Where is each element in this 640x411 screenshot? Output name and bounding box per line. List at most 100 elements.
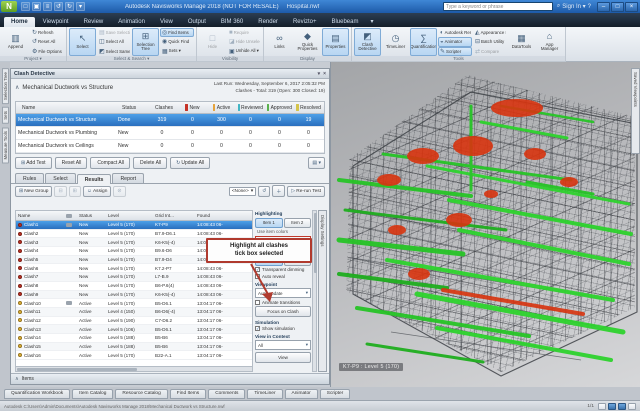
ribbon-button[interactable]: ▤ Properties bbox=[322, 28, 349, 56]
rerun-test-button[interactable]: ▷Re-run Test bbox=[287, 186, 325, 197]
ribbon-button[interactable]: ◆ Quick Properties bbox=[294, 28, 321, 56]
tests-column-header[interactable]: New bbox=[178, 104, 207, 111]
ribbon-button[interactable]: ∞ Links bbox=[266, 28, 293, 56]
qat-icon[interactable]: ▣ bbox=[32, 2, 41, 11]
ribbon-tab[interactable]: Render bbox=[251, 17, 285, 27]
results-column-header[interactable]: Grid Int... bbox=[153, 213, 195, 218]
clash-result-row[interactable]: Clash16 Active Level 5 (170) B22-A.1 13:… bbox=[16, 351, 252, 360]
dock-tab[interactable]: TimeLiner bbox=[247, 389, 282, 399]
dock-tab[interactable]: Find Items bbox=[170, 389, 206, 399]
ribbon-button[interactable]: ✎ Scripter bbox=[438, 47, 472, 56]
ribbon-button[interactable]: ▣ Unhide All ▾ bbox=[227, 47, 261, 56]
tests-column-header[interactable]: Reviewed bbox=[236, 104, 265, 111]
ribbon-tab[interactable]: BIM 360 bbox=[214, 17, 250, 27]
window-control-button[interactable]: □ bbox=[611, 2, 624, 12]
clash-subtab[interactable]: Select bbox=[45, 173, 75, 183]
collapse-chevron-icon[interactable]: ∧ bbox=[15, 85, 19, 91]
panel-title-bar[interactable]: Clash Detective ▾ × bbox=[11, 69, 329, 79]
dock-tab[interactable]: Resource Catalog bbox=[115, 389, 167, 399]
clash-subtab[interactable]: Report bbox=[112, 173, 144, 183]
clash-result-row[interactable]: Clash8 New Level 5 (170) B6-P.6(4) 14:08… bbox=[16, 282, 252, 291]
clash-result-row[interactable]: Clash12 Active Level 5 (190) C7-D6.2 13:… bbox=[16, 317, 252, 326]
clash-result-row[interactable]: Clash6 New Level 5 (170) K7.2-P7 14:08:4… bbox=[16, 264, 252, 273]
ribbon-tab[interactable]: Review bbox=[77, 17, 111, 27]
clash-result-row[interactable]: Clash1 New Level 5 (170) K7-P9 14:08:43 … bbox=[16, 221, 252, 230]
focus-on-clash-button[interactable]: Focus on Clash bbox=[255, 306, 311, 317]
ribbon-button[interactable]: ◩ Clash Detective bbox=[354, 28, 381, 56]
tests-column-header[interactable]: Resolved bbox=[294, 104, 323, 111]
ribbon-button[interactable]: ■ Require bbox=[227, 28, 261, 37]
help-search-input[interactable]: Type a keyword or phrase bbox=[443, 2, 553, 11]
dock-tab[interactable]: Item Catalog bbox=[72, 389, 113, 399]
tests-column-header[interactable]: Active bbox=[207, 104, 236, 111]
dock-tab[interactable]: Scripter bbox=[320, 389, 351, 399]
qat-icon[interactable]: ≡ bbox=[43, 2, 52, 11]
search-icon[interactable]: ⌕ bbox=[557, 3, 560, 10]
ribbon-button[interactable]: ◪ Hide Unselected bbox=[227, 37, 261, 46]
ribbon-button[interactable]: ◒ Animator bbox=[438, 37, 472, 46]
left-dock-tab[interactable]: Measure Tools bbox=[2, 127, 9, 163]
ribbon-tab[interactable]: Home bbox=[4, 17, 35, 27]
ribbon-button[interactable]: ◉ Quick Find bbox=[160, 37, 194, 46]
tests-column-header[interactable]: Clashes bbox=[146, 104, 178, 111]
ribbon-button[interactable]: ◷ TimeLiner bbox=[382, 28, 409, 56]
window-control-button[interactable]: × bbox=[625, 2, 638, 12]
ribbon-button[interactable]: ▥ Append bbox=[2, 28, 29, 56]
ribbon-button[interactable]: ▤ Save Selection bbox=[97, 28, 131, 37]
qat-icon[interactable]: ↻ bbox=[65, 2, 74, 11]
panel-close-icon[interactable]: × bbox=[323, 71, 326, 77]
tests-column-header[interactable]: Status bbox=[116, 104, 146, 111]
ribbon-button[interactable]: ⊟ Batch Utility bbox=[473, 37, 507, 46]
help-icon[interactable]: ? bbox=[588, 4, 591, 10]
items-bar[interactable]: ∧ Items bbox=[11, 373, 329, 384]
report-dropdown-button[interactable]: ▤ ▾ bbox=[308, 157, 325, 169]
ribbon-button[interactable]: ⌂ App Manager bbox=[536, 28, 563, 56]
qat-icon[interactable]: ↺ bbox=[54, 2, 63, 11]
ribbon-button[interactable]: ↺ Reset All bbox=[30, 37, 64, 46]
item2-button[interactable]: Item 2 bbox=[284, 218, 312, 228]
clash-result-row[interactable]: Clash7 New Level 5 (170) L7-B.9 14:08:43… bbox=[16, 273, 252, 282]
test-action-button[interactable]: Reset All bbox=[55, 157, 88, 169]
ribbon-button[interactable]: ◫ Select All bbox=[97, 37, 131, 46]
view-button[interactable]: View bbox=[255, 352, 311, 363]
vertical-scrollbar[interactable] bbox=[312, 210, 317, 372]
ungroup-button[interactable]: ⊞ bbox=[69, 186, 81, 197]
clash-subtab[interactable]: Results bbox=[77, 174, 112, 184]
assign-button[interactable]: ☺Assign bbox=[83, 186, 112, 197]
prev-sheet-icon[interactable] bbox=[608, 403, 616, 410]
ribbon-button[interactable]: ↖ Select bbox=[69, 28, 96, 56]
clash-result-row[interactable]: Clash9 New Level 5 (170) K6-K5(-4) 14:08… bbox=[16, 291, 252, 300]
test-row[interactable]: Mechanical Ductwork vs Plumbing New 0 0 … bbox=[16, 127, 324, 140]
clash-result-row[interactable]: Clash10 Active Level 5 (170) B5-D6.1 13:… bbox=[16, 299, 252, 308]
test-action-button[interactable]: Compact All bbox=[90, 157, 130, 169]
ribbon-button[interactable]: ◭ Appearance Profiler bbox=[473, 28, 507, 37]
ribbon-button[interactable]: ◎ Find Items bbox=[160, 28, 194, 37]
dock-tab[interactable]: Quantification Workbook bbox=[4, 389, 70, 399]
view-in-context-select[interactable]: All ▾ bbox=[255, 340, 311, 350]
dock-tab[interactable]: Comments bbox=[208, 389, 245, 399]
window-control-button[interactable]: – bbox=[597, 2, 610, 12]
clash-result-row[interactable]: Clash14 Active Level 5 (188) B5-B6 13:04… bbox=[16, 334, 252, 343]
next-sheet-icon[interactable] bbox=[618, 403, 626, 410]
ribbon-overflow-icon[interactable]: ▾ bbox=[366, 16, 377, 27]
clash-result-row[interactable]: Clash11 Active Level 4 (150) B6-D6(-4) 1… bbox=[16, 308, 252, 317]
tests-column-header[interactable]: Approved bbox=[265, 104, 294, 111]
ribbon-tab[interactable]: View bbox=[153, 17, 180, 27]
results-column-header-icons[interactable] bbox=[64, 214, 77, 218]
add-clash-button[interactable]: ＋ bbox=[272, 185, 285, 197]
results-column-header[interactable]: Level bbox=[106, 213, 153, 218]
new-group-button[interactable]: ⊞New Group bbox=[15, 186, 52, 197]
signin-menu[interactable]: Sign In ▾ bbox=[562, 3, 585, 10]
results-column-header[interactable]: Found bbox=[195, 213, 243, 218]
use-item-colors-option[interactable]: Use item colors bbox=[255, 229, 311, 234]
unassign-button[interactable]: ⊘ bbox=[113, 186, 125, 197]
results-column-header[interactable]: Name bbox=[16, 213, 64, 218]
ribbon-button[interactable]: ◐ Autodesk Rendering bbox=[438, 28, 472, 37]
ribbon-button[interactable]: ⚙ File Options bbox=[30, 47, 64, 56]
tests-column-header[interactable]: Name bbox=[16, 104, 116, 111]
qat-icon[interactable]: ▾ bbox=[76, 2, 85, 11]
test-row[interactable]: Mechanical Ductwork vs Ceilings New 0 0 … bbox=[16, 140, 324, 153]
clash-result-row[interactable]: Clash15 Active Level 5 (188) B5-B6 13:04… bbox=[16, 343, 252, 352]
clash-result-row[interactable]: Clash13 Active Level 5 (106) B5-D6.1 13:… bbox=[16, 325, 252, 334]
show-simulation-checkbox[interactable]: ✓ Show simulation bbox=[255, 326, 311, 331]
